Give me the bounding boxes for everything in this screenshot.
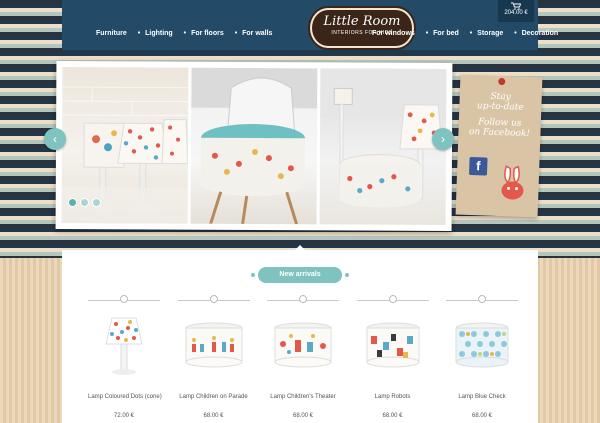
social-line: on Facebook! — [468, 126, 531, 140]
nav-separator: • — [183, 30, 187, 37]
nav-separator: • — [469, 30, 473, 37]
slider-dot[interactable] — [68, 198, 77, 207]
divider — [88, 295, 160, 308]
nav-item-for-bed[interactable]: For bed — [433, 30, 459, 37]
product-card[interactable]: Lamp Robots 68.00 € — [356, 295, 429, 419]
slide-photo-pouf — [190, 67, 318, 225]
product-name[interactable]: Lamp Coloured Dots (cone) — [88, 394, 162, 400]
slider-pagination — [68, 198, 101, 207]
social-note: Stay up-to-date Follow us on Facebook! f — [455, 74, 543, 218]
nav-item-for-walls[interactable]: For walls — [242, 30, 272, 37]
nav-right: For windows • For bed • Storage • Decora… — [372, 30, 567, 37]
divider — [177, 295, 250, 308]
nav-item-for-windows[interactable]: For windows — [372, 30, 415, 37]
divider — [356, 295, 429, 308]
divider — [446, 295, 518, 308]
cart-button[interactable]: 204.00 € — [498, 0, 534, 22]
product-name[interactable]: Lamp Robots — [357, 394, 429, 400]
chevron-left-icon: ‹ — [53, 132, 57, 146]
nav-item-storage[interactable]: Storage — [477, 30, 503, 37]
nav-separator: • — [234, 30, 238, 37]
nav-left: Furniture • Lighting • For floors • For … — [96, 30, 281, 37]
facebook-button[interactable]: f — [468, 156, 488, 176]
product-card[interactable]: Lamp Blue Check 68.00 € — [446, 295, 518, 419]
facebook-icon: f — [475, 158, 481, 174]
slider-prev-button[interactable]: ‹ — [44, 128, 66, 150]
main-content: New arrivals Lamp Coloured Dots (cone) 7… — [62, 245, 538, 423]
nav-item-for-floors[interactable]: For floors — [191, 30, 224, 37]
logo-title: Little Room — [323, 14, 401, 29]
product-name[interactable]: Lamp Blue Check — [446, 394, 518, 400]
shopping-cart-icon — [498, 2, 534, 10]
product-image[interactable] — [88, 314, 160, 376]
chevron-right-icon: › — [441, 132, 445, 146]
nav-separator: • — [137, 30, 141, 37]
product-price: 72.00 € — [113, 413, 135, 419]
product-image[interactable] — [267, 314, 339, 376]
nav-item-lighting[interactable]: Lighting — [145, 30, 173, 37]
nav-separator: • — [425, 30, 429, 37]
slider-next-button[interactable]: › — [432, 128, 454, 150]
product-image[interactable] — [446, 314, 518, 376]
product-image[interactable] — [178, 314, 250, 376]
site-logo[interactable]: Little Room INTERIORS FOR KIDS — [310, 8, 414, 48]
nav-item-decoration[interactable]: Decoration — [522, 30, 559, 37]
cart-total: 204.00 € — [504, 10, 528, 16]
slider-photos — [61, 66, 447, 226]
product-price: 68.00 € — [203, 413, 224, 419]
product-card[interactable]: Lamp Children's Theater 68.00 € — [267, 295, 339, 419]
pushpin-icon — [498, 77, 506, 86]
product-name[interactable]: Lamp Children on Parade — [178, 394, 250, 400]
bunny-icon — [496, 164, 529, 204]
nav-separator: • — [514, 30, 517, 37]
slider-dot[interactable] — [80, 198, 89, 207]
slide-photo-room — [319, 68, 447, 226]
site-header: Furniture • Lighting • For floors • For … — [62, 0, 558, 52]
divider — [267, 295, 339, 308]
product-card[interactable]: Lamp Children on Parade 68.00 € — [177, 295, 250, 419]
slider-dot[interactable] — [92, 198, 101, 207]
hero-slider — [55, 60, 453, 232]
product-image[interactable] — [357, 314, 429, 376]
section-title-new-arrivals: New arrivals — [251, 267, 349, 283]
product-price: 68.00 € — [471, 413, 493, 419]
product-name[interactable]: Lamp Children's Theater — [267, 394, 339, 400]
product-card[interactable]: Lamp Coloured Dots (cone) 72.00 € — [88, 295, 162, 419]
product-price: 68.00 € — [382, 413, 403, 419]
product-price: 68.00 € — [292, 413, 314, 419]
product-list: Lamp Coloured Dots (cone) 72.00 € Lamp C… — [88, 295, 518, 419]
nav-item-furniture[interactable]: Furniture — [96, 30, 127, 37]
